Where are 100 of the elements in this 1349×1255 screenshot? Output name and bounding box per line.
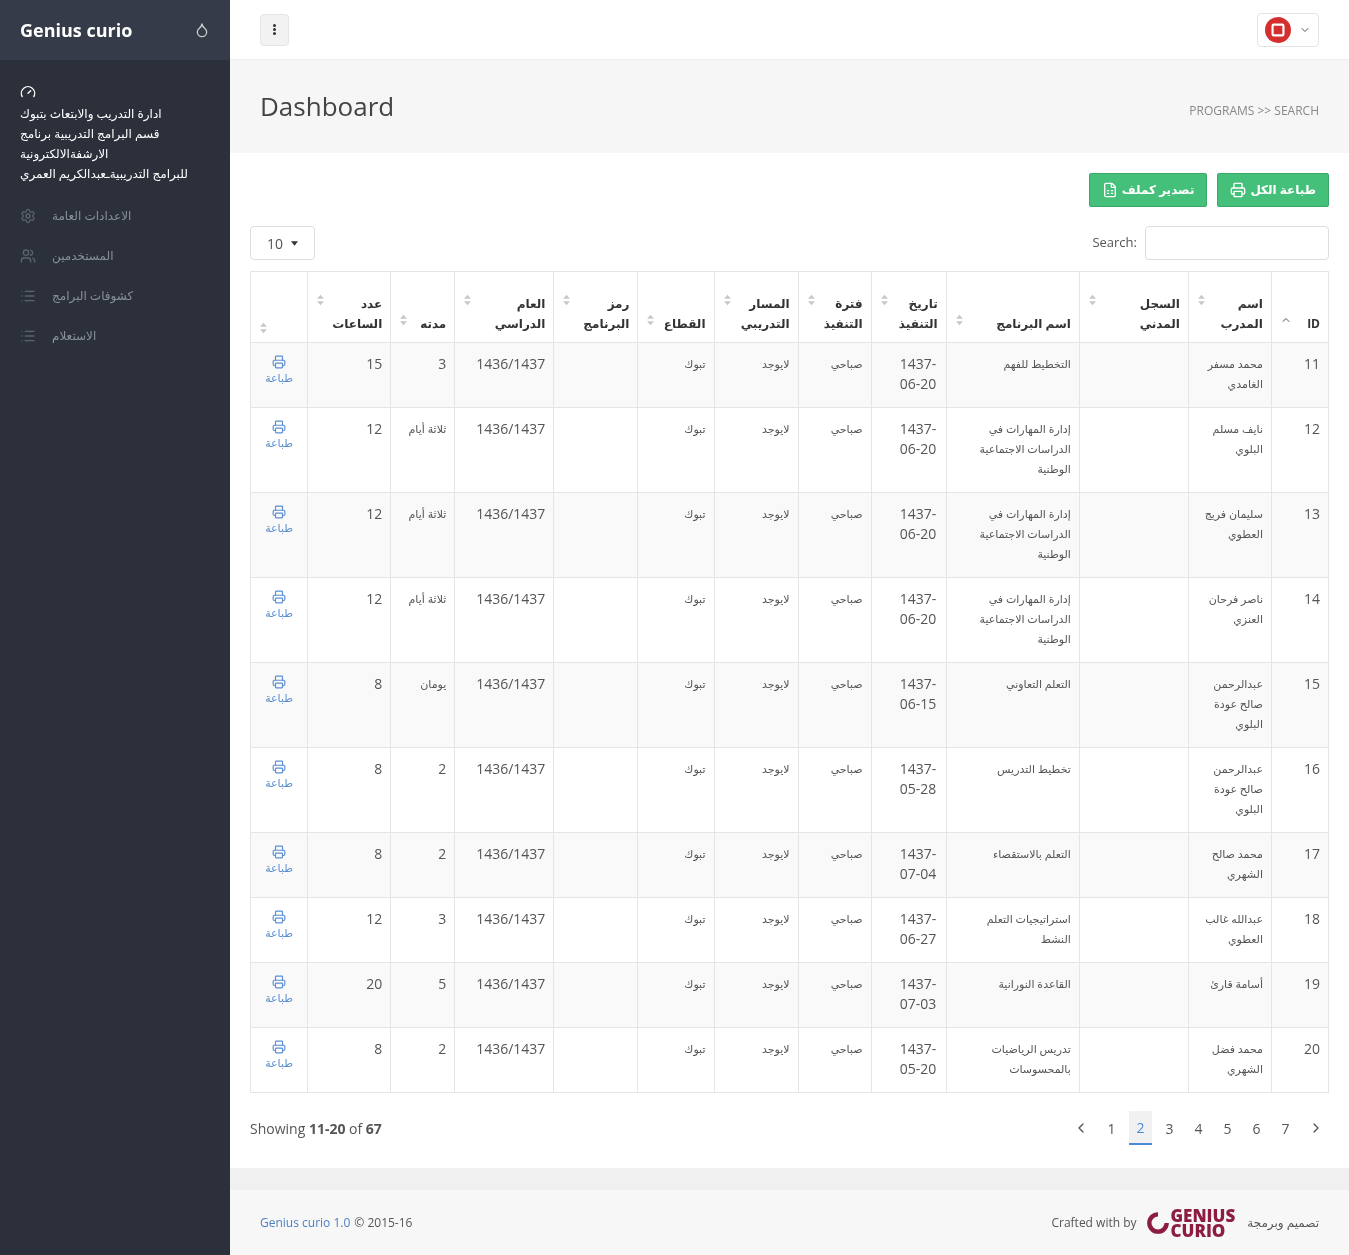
- table-cell: تبوك: [684, 846, 706, 861]
- search-field[interactable]: [1145, 226, 1329, 260]
- table-cell: ثلاثة أيام: [408, 421, 447, 436]
- sort-icon[interactable]: [806, 294, 816, 306]
- page-button[interactable]: 4: [1187, 1111, 1210, 1145]
- spreadsheet-icon: [1101, 182, 1118, 198]
- column-header[interactable]: [250, 271, 308, 343]
- table-cell: 13: [1304, 504, 1320, 523]
- page-button[interactable]: 5: [1216, 1111, 1239, 1145]
- print-icon: [272, 675, 287, 689]
- table-cell: محمد صالح الشهري: [1211, 846, 1263, 881]
- page-size-select[interactable]: 10: [250, 226, 315, 260]
- copyright-text: © 2015-16: [354, 1213, 413, 1232]
- table-cell: لايوجد: [761, 356, 790, 371]
- table-cell: صباحي: [830, 591, 863, 606]
- sort-icon[interactable]: [722, 294, 732, 306]
- print-icon: [272, 590, 287, 604]
- table-cell: ناصر فرحان العنزي: [1208, 591, 1263, 626]
- table-cell: 12: [366, 589, 383, 608]
- print-icon: [1230, 182, 1247, 198]
- users-icon: [20, 248, 36, 264]
- organization-line: ادارة التدريب والابتعاث بتبوك: [20, 104, 163, 124]
- table-cell: 1437-06-20: [899, 589, 938, 629]
- sort-icon[interactable]: [259, 322, 268, 334]
- table-info: Showing 11-20 of 67: [250, 1117, 382, 1139]
- menu-button[interactable]: [260, 13, 289, 46]
- column-header[interactable]: مدته: [390, 271, 455, 343]
- table-cell: 12: [366, 909, 383, 928]
- table-cell: تخطيط التدريس: [997, 761, 1071, 776]
- table-cell: لايوجد: [761, 506, 790, 521]
- sort-icon[interactable]: [316, 294, 326, 306]
- gauge-icon: [20, 84, 36, 100]
- column-header[interactable]: القطاع: [637, 271, 714, 343]
- column-header[interactable]: عدد الساعات: [307, 271, 391, 343]
- column-header[interactable]: رمز البرنامج: [553, 271, 638, 343]
- version-link[interactable]: Genius curio 1.0: [260, 1213, 351, 1232]
- table-cell: 2: [438, 1039, 447, 1058]
- column-header[interactable]: المسار التدريبي: [714, 271, 799, 343]
- sidebar-item[interactable]: الاعدادات العامة: [0, 196, 230, 236]
- sort-icon[interactable]: [399, 314, 409, 326]
- design-credit: تصميم وبرمجة: [1247, 1213, 1319, 1232]
- table-cell: صباحي: [830, 911, 863, 926]
- column-header[interactable]: اسم البرنامج: [946, 271, 1080, 343]
- column-header[interactable]: اسم المدرب: [1188, 271, 1272, 343]
- table-cell: لايوجد: [761, 591, 790, 606]
- sidebar-item[interactable]: المستخدمين: [0, 236, 230, 276]
- column-header[interactable]: ID: [1271, 271, 1329, 343]
- table-cell: تبوك: [684, 421, 706, 436]
- table-cell: 2: [438, 844, 447, 863]
- profile-dropdown[interactable]: [1257, 12, 1319, 47]
- page-button[interactable]: 3: [1158, 1111, 1181, 1145]
- table-cell: تبوك: [684, 1041, 706, 1056]
- table-cell: 16: [1304, 759, 1320, 778]
- table-cell: 5: [438, 974, 447, 993]
- table-cell: 15: [1304, 674, 1320, 693]
- column-header[interactable]: تاريخ التنفيذ: [871, 271, 947, 343]
- list-icon: [20, 288, 36, 304]
- sort-icon[interactable]: [879, 294, 889, 306]
- sort-icon[interactable]: [463, 294, 473, 306]
- organization-line: الارشفةالالكترونية: [20, 144, 110, 164]
- column-header[interactable]: السجل المدني: [1079, 271, 1189, 343]
- print-icon: [272, 420, 287, 434]
- sort-icon[interactable]: [646, 314, 656, 326]
- table-cell: 8: [374, 674, 383, 693]
- page-button[interactable]: 1: [1100, 1111, 1123, 1145]
- droplet-icon[interactable]: [194, 22, 210, 38]
- sort-icon[interactable]: [954, 314, 964, 326]
- swirl-logo-icon: [1144, 1209, 1171, 1236]
- table-cell: ثلاثة أيام: [408, 591, 447, 606]
- table-cell: استراتيجيات التعلم النشط: [986, 911, 1071, 946]
- sort-icon[interactable]: [1196, 294, 1206, 306]
- print-icon: [272, 845, 287, 859]
- table-cell: تبوك: [684, 506, 706, 521]
- table-cell: لايوجد: [761, 976, 790, 991]
- table-cell: 1437-07-04: [899, 844, 938, 884]
- table-cell: عبدالرحمن صالح عودة البلوي: [1213, 761, 1263, 816]
- page-button[interactable]: 7: [1274, 1111, 1297, 1145]
- table-cell: 8: [374, 844, 383, 863]
- table-cell: 1437-06-15: [899, 674, 938, 714]
- table-cell: إدارة المهارات في الدراسات الاجتماعية الوطنية: [979, 591, 1071, 646]
- table-cell: 11: [1304, 354, 1320, 373]
- sidebar-item[interactable]: كشوفات البرامج: [0, 276, 230, 316]
- table-cell: عبدالله غالب العطوي: [1205, 911, 1263, 946]
- table-cell: التعلم التعاوني: [1006, 676, 1071, 691]
- column-header[interactable]: فترة التنفيذ: [798, 271, 872, 343]
- more-icon: [273, 24, 276, 35]
- sidebar-item[interactable]: الاستعلام: [0, 316, 230, 356]
- sort-icon[interactable]: [562, 294, 572, 306]
- column-header[interactable]: العام الدراسي: [454, 271, 554, 343]
- table-cell: التعلم بالاستقصاء: [993, 846, 1071, 861]
- page-button[interactable]: 6: [1245, 1111, 1268, 1145]
- table-cell: 20: [366, 974, 383, 993]
- table-cell: تبوك: [684, 976, 706, 991]
- sort-icon[interactable]: [1087, 294, 1097, 306]
- table-cell: 1436/1437: [476, 419, 546, 438]
- table-cell: 3: [438, 354, 447, 373]
- caret-icon: [291, 240, 298, 246]
- table-cell: 20: [1304, 1039, 1320, 1058]
- table-cell: عبدالرحمن صالح عودة البلوي: [1213, 676, 1263, 731]
- gears-icon: [20, 208, 36, 224]
